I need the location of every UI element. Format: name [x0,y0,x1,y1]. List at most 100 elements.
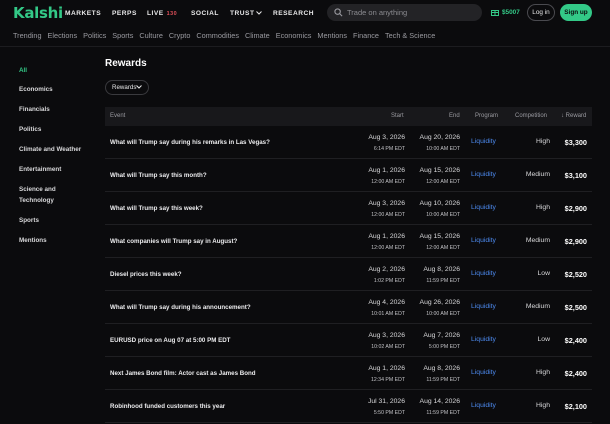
wallet-amount: $5007 [502,9,520,16]
start-date: Aug 1, 2026 [368,233,405,240]
start-time: 1:02 PM EDT [373,278,405,284]
column-competition[interactable]: Competition [515,113,547,119]
sidebar-item[interactable]: Politics [19,124,83,135]
kalshi-logo[interactable]: Kalshi [13,4,63,22]
category-link[interactable]: Finance [353,31,379,40]
nav-live-label: LIVE [147,10,164,17]
category-link[interactable]: Politics [83,31,106,40]
start-time: 10:02 AM EDT [371,344,405,350]
competition-level: High [536,204,550,211]
category-link[interactable]: Culture [139,31,163,40]
column-program[interactable]: Program [475,113,498,119]
end-time: 11:59 PM EDT [426,377,460,383]
program-link[interactable]: Liquidity [471,270,496,277]
event-name: What will Trump say this week? [110,205,203,212]
filter-label: Rewards [112,84,137,91]
table-row[interactable]: What will Trump say during his announcem… [105,291,592,324]
program-link[interactable]: Liquidity [471,171,496,178]
start-date: Aug 2, 2026 [368,266,405,273]
start-time: 12:34 PM EDT [370,377,405,383]
program-link[interactable]: Liquidity [471,237,496,244]
nav-markets[interactable]: MARKETS [65,10,101,17]
event-name: EURUSD price on Aug 07 at 5:00 PM EDT [110,337,231,344]
signup-button[interactable]: Sign up [560,4,592,21]
category-link[interactable]: Crypto [169,31,191,40]
nav-perps[interactable]: PERPS [112,10,137,17]
nav-social[interactable]: SOCIAL [191,10,219,17]
sidebar-item[interactable]: Economics [19,84,83,95]
end-date: Aug 8, 2026 [423,266,460,273]
category-link[interactable]: Commodities [196,31,239,40]
search-bar[interactable] [327,4,482,21]
category-link[interactable]: Economics [276,31,312,40]
sidebar-item[interactable]: All [19,65,83,76]
sidebar-item[interactable]: Science and Technology [19,184,83,206]
event-name: Robinhood funded customers this year [110,403,226,410]
live-count-badge: 130 [166,11,178,17]
category-link[interactable]: Trending [13,31,42,40]
search-input[interactable] [347,4,477,21]
category-link[interactable]: Mentions [317,31,347,40]
category-link[interactable]: Elections [48,31,78,40]
start-time: 10:01 AM EDT [371,311,405,317]
competition-level: Low [537,336,550,343]
sidebar-item[interactable]: Entertainment [19,164,83,175]
end-date: Aug 20, 2026 [419,134,460,141]
category-link[interactable]: Climate [245,31,270,40]
end-time: 12:00 AM EDT [426,179,460,185]
event-name: Next James Bond film: Actor cast as Jame… [110,370,256,377]
column-start[interactable]: Start [391,113,404,119]
table-row[interactable]: What will Trump say this month? Aug 1, 20… [105,159,592,192]
program-link[interactable]: Liquidity [471,402,496,409]
end-date: Aug 26, 2026 [419,299,460,306]
end-time: 5:00 PM EDT [428,344,460,350]
start-date: Aug 1, 2026 [368,365,405,372]
gift-icon [491,10,499,16]
competition-level: High [536,369,550,376]
sidebar-item[interactable]: Mentions [19,235,83,246]
table-row[interactable]: Robinhood funded customers this year Jul … [105,390,592,423]
nav-live[interactable]: LIVE 130 [147,10,177,17]
table-row[interactable]: Diesel prices this week? Aug 2, 2026 1:02 … [105,258,592,291]
program-link[interactable]: Liquidity [471,369,496,376]
category-link[interactable]: Sports [112,31,133,40]
table-row[interactable]: Next James Bond film: Actor cast as Jame… [105,357,592,390]
program-link[interactable]: Liquidity [471,336,496,343]
column-end[interactable]: End [449,113,460,119]
end-time: 10:00 AM EDT [426,212,460,218]
table-row[interactable]: What will Trump say this week? Aug 3, 202… [105,192,592,225]
competition-level: Medium [525,237,550,244]
program-link[interactable]: Liquidity [471,204,496,211]
end-date: Aug 15, 2026 [419,167,460,174]
event-name: What will Trump say this month? [110,172,207,179]
start-date: Aug 3, 2026 [368,332,405,339]
wallet-balance[interactable]: $5007 [491,8,520,16]
reward-amount: $2,500 [564,303,587,312]
sidebar-item[interactable]: Sports [19,215,83,226]
rewards-filter-dropdown[interactable]: Rewards [105,80,149,95]
top-bar: Kalshi MARKETS PERPS LIVE 130 SOCIAL TRUS… [0,0,610,28]
start-time: 5:50 PM EDT [373,410,405,416]
program-link[interactable]: Liquidity [471,138,496,145]
table-row[interactable]: EURUSD price on Aug 07 at 5:00 PM EDT Aug… [105,324,592,357]
reward-amount: $3,100 [564,171,587,180]
event-name: What will Trump say during his announcem… [110,304,251,311]
end-time: 11:59 PM EDT [426,278,460,284]
nav-trust[interactable]: TRUST [230,10,263,17]
event-name: What companies will Trump say in August? [110,238,238,245]
program-link[interactable]: Liquidity [471,303,496,310]
start-time: 12:00 AM EDT [371,212,405,218]
nav-research[interactable]: RESEARCH [273,10,314,17]
reward-amount: $2,100 [564,402,587,411]
category-link[interactable]: Tech & Science [385,31,435,40]
login-button[interactable]: Log in [527,4,555,21]
sidebar-item[interactable]: Climate and Weather [19,144,83,155]
sidebar-item[interactable]: Financials [19,104,83,115]
column-event[interactable]: Event [110,113,125,119]
chevron-down-icon [136,85,142,89]
nav-trust-label: TRUST [230,10,255,17]
column-reward[interactable]: ↓ Reward [561,113,586,119]
divider [0,46,610,47]
table-row[interactable]: What companies will Trump say in August?… [105,225,592,258]
table-row[interactable]: What will Trump say during his remarks i… [105,126,592,159]
